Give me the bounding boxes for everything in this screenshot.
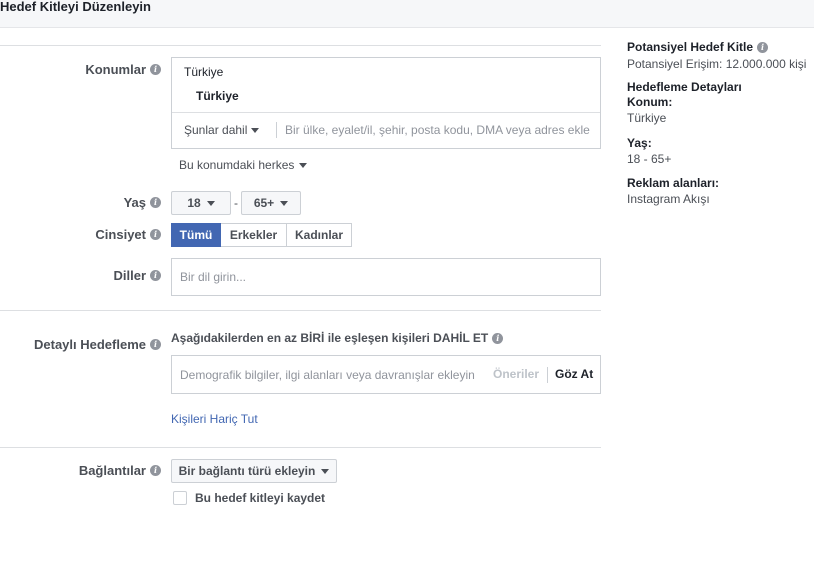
- gender-option-men[interactable]: Erkekler: [221, 223, 287, 247]
- summary-placements-label: Reklam alanları:: [627, 176, 720, 190]
- chevron-down-icon: [280, 200, 289, 206]
- age-min-dropdown[interactable]: 18: [171, 191, 231, 215]
- locations-label: Konumlar i: [85, 62, 161, 77]
- languages-box: [171, 258, 601, 296]
- language-input[interactable]: [180, 266, 590, 288]
- age-separator: -: [234, 196, 238, 210]
- info-icon[interactable]: i: [150, 465, 161, 476]
- chevron-down-icon: [321, 468, 330, 474]
- detailed-targeting-description: Aşağıdakilerden en az BİRİ ile eşleşen k…: [171, 331, 504, 345]
- gender-option-women[interactable]: Kadınlar: [287, 223, 352, 247]
- detailed-targeting-label: Detaylı Hedefleme i: [34, 337, 161, 352]
- save-audience-label: Bu hedef kitleyi kaydet: [195, 491, 326, 505]
- age-label: Yaş i: [124, 195, 161, 210]
- info-icon[interactable]: i: [150, 229, 161, 240]
- info-icon[interactable]: i: [150, 64, 161, 75]
- gender-option-all[interactable]: Tümü: [171, 223, 221, 247]
- potential-reach: Potansiyel Erişim: 12.000.000 kişi: [627, 57, 807, 71]
- location-country: Türkiye: [184, 65, 224, 79]
- save-audience-row[interactable]: Bu hedef kitleyi kaydet: [173, 491, 325, 505]
- suggestions-button[interactable]: Öneriler: [493, 367, 539, 381]
- chevron-down-icon: [251, 127, 260, 133]
- potential-audience-title: Potansiyel Hedef Kitle i: [627, 40, 806, 54]
- detailed-targeting-input[interactable]: [180, 364, 486, 386]
- gender-selector: Tümü Erkekler Kadınlar: [171, 223, 352, 247]
- info-icon[interactable]: i: [757, 41, 769, 53]
- locations-box-divider: [172, 112, 600, 113]
- info-icon[interactable]: i: [150, 270, 161, 281]
- info-icon[interactable]: i: [492, 332, 504, 344]
- location-audience-dropdown[interactable]: Bu konumdaki herkes: [179, 158, 308, 172]
- info-icon[interactable]: i: [150, 197, 161, 208]
- section-divider: [0, 45, 601, 46]
- targeting-details-title: Hedefleme Detayları: [627, 80, 742, 94]
- summary-location-label: Konum:: [627, 95, 673, 109]
- vertical-divider: [276, 122, 277, 138]
- browse-button[interactable]: Göz At: [555, 367, 593, 381]
- summary-placements-value: Instagram Akışı: [627, 192, 710, 206]
- summary-age-value: 18 - 65+: [627, 152, 672, 166]
- chevron-down-icon: [299, 162, 308, 168]
- gender-label: Cinsiyet i: [95, 227, 161, 242]
- vertical-divider: [547, 367, 548, 383]
- location-search-input[interactable]: [285, 118, 591, 142]
- languages-label: Diller i: [113, 268, 161, 283]
- save-audience-checkbox[interactable]: [173, 491, 187, 505]
- location-selected-item[interactable]: Türkiye: [196, 89, 239, 103]
- section-divider: [0, 447, 601, 448]
- section-divider: [0, 310, 601, 311]
- page-header: Hedef Kitleyi Düzenleyin: [0, 0, 814, 28]
- include-dropdown[interactable]: Şunlar dahil: [184, 123, 260, 137]
- info-icon[interactable]: i: [150, 339, 161, 350]
- connections-label: Bağlantılar i: [79, 463, 161, 478]
- exclude-people-link[interactable]: Kişileri Hariç Tut: [171, 412, 258, 426]
- chevron-down-icon: [206, 200, 215, 206]
- connection-type-dropdown[interactable]: Bir bağlantı türü ekleyin: [171, 459, 337, 483]
- age-max-dropdown[interactable]: 65+: [241, 191, 301, 215]
- detailed-targeting-box: Öneriler Göz At: [171, 355, 601, 394]
- summary-location-value: Türkiye: [627, 111, 667, 125]
- summary-age-label: Yaş:: [627, 136, 652, 150]
- locations-box: Türkiye Türkiye Şunlar dahil: [171, 57, 601, 149]
- page-title: Hedef Kitleyi Düzenleyin: [0, 0, 151, 14]
